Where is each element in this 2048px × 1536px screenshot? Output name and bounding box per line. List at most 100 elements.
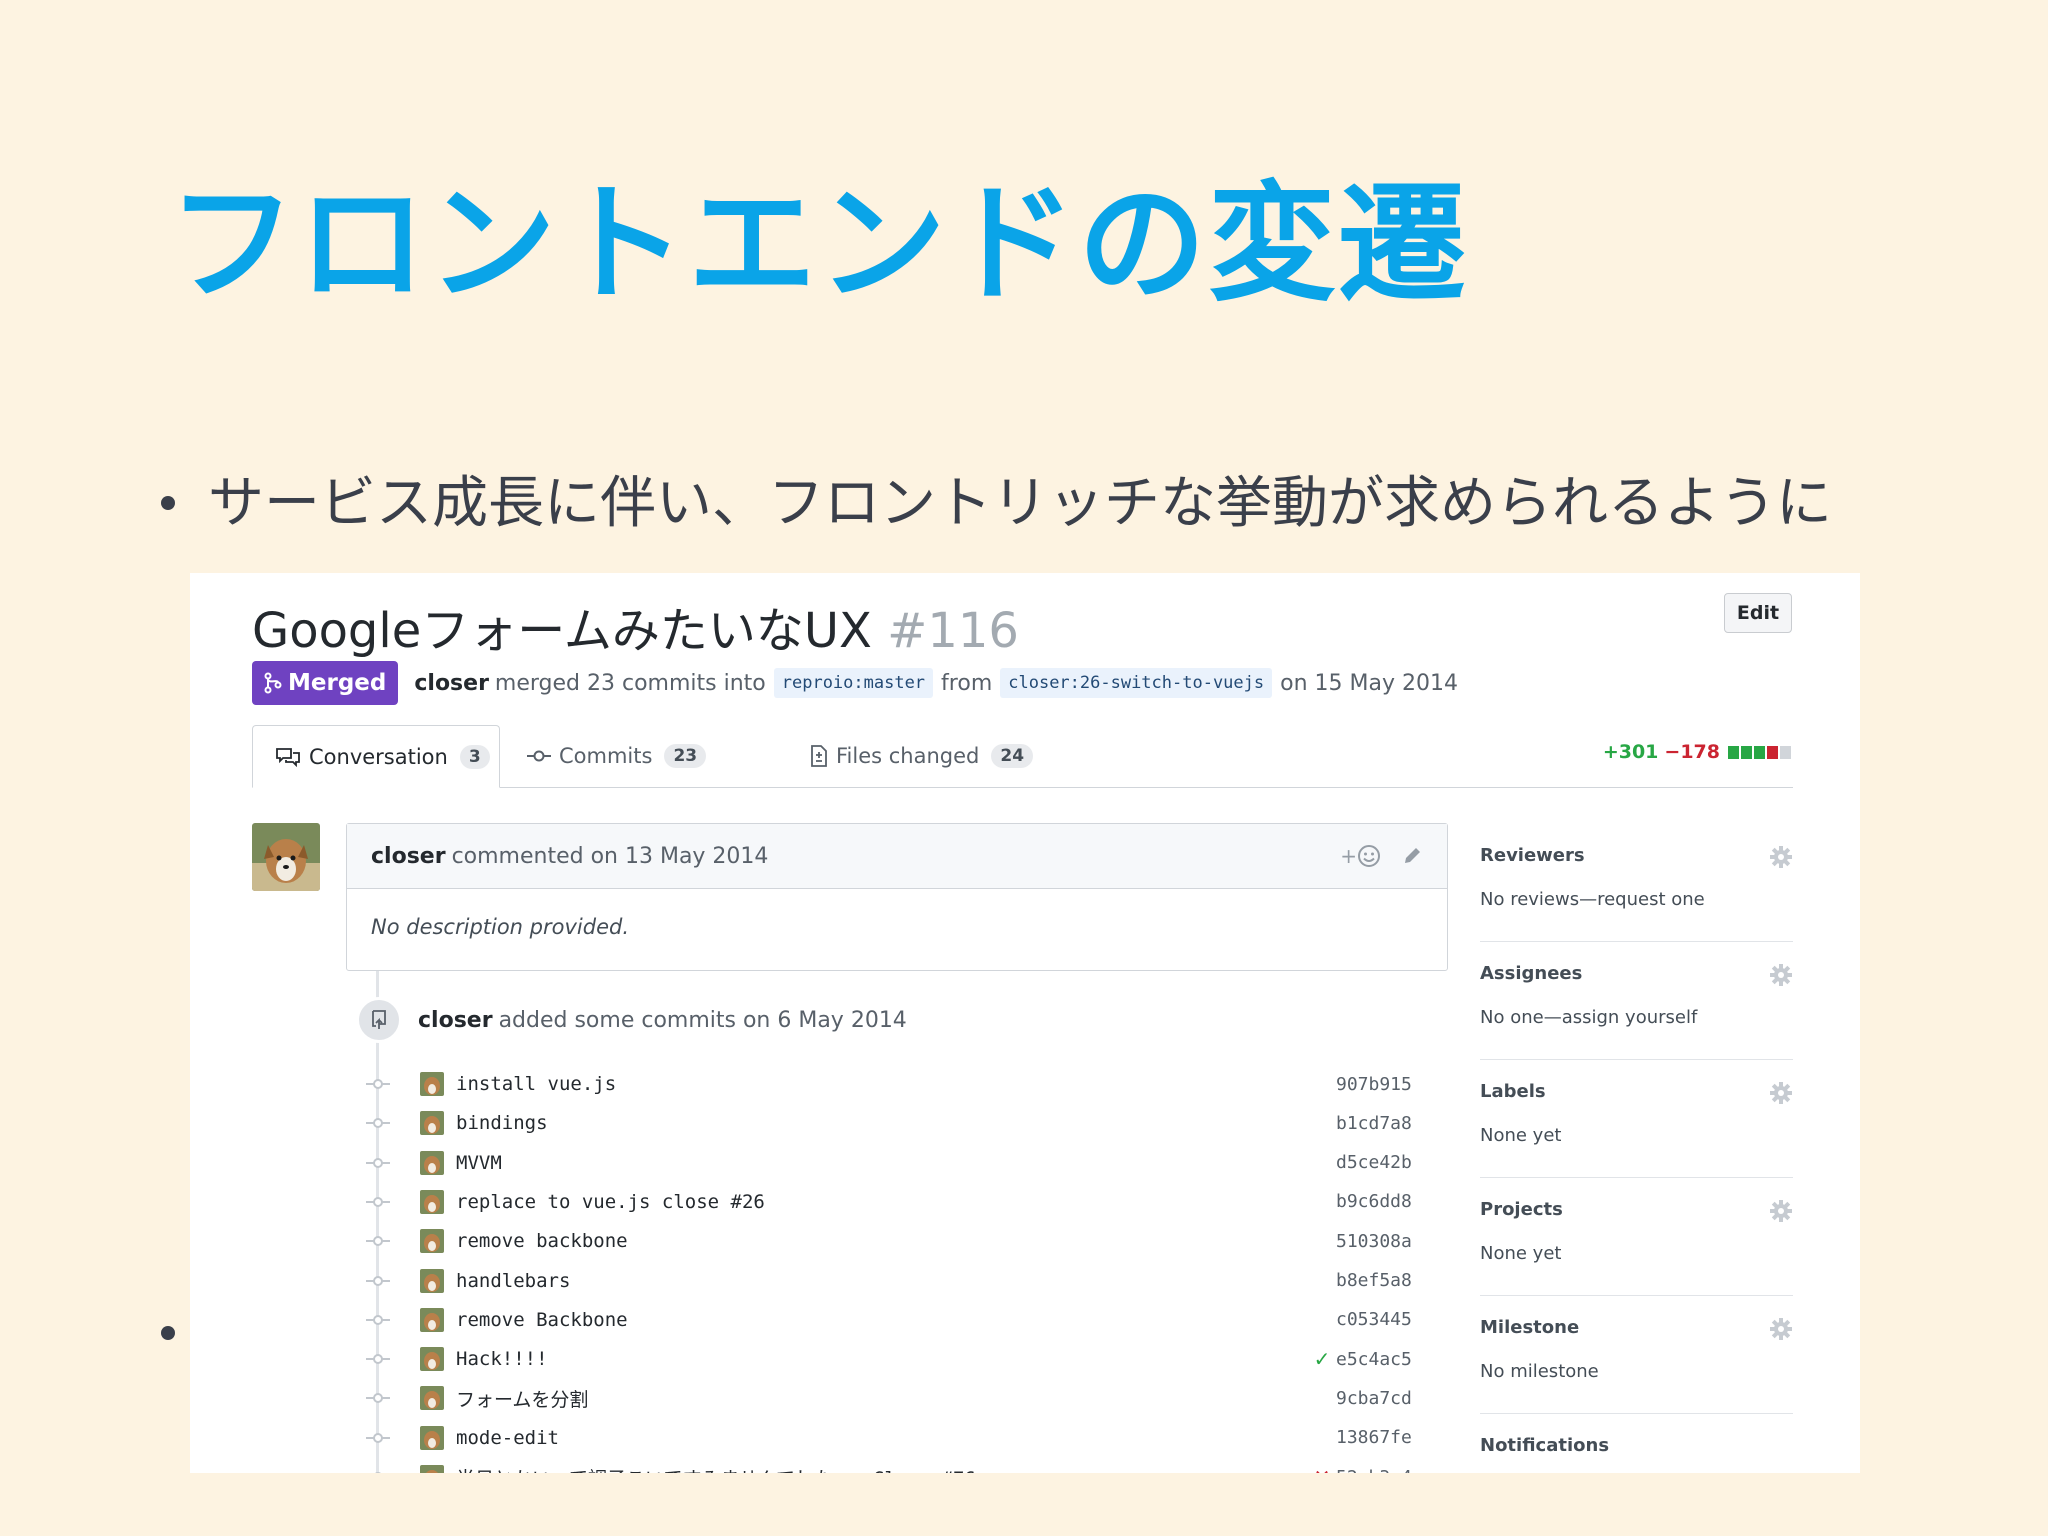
- sidebar-section-title[interactable]: Projects: [1480, 1199, 1563, 1220]
- commit-message[interactable]: bindings: [456, 1112, 1308, 1134]
- event-author[interactable]: closer: [418, 1008, 493, 1033]
- sidebar-section-title[interactable]: Milestone: [1480, 1317, 1579, 1338]
- merged-label: Merged: [288, 670, 387, 696]
- commit-avatar[interactable]: [420, 1347, 444, 1372]
- commit-message[interactable]: フォームを分割: [456, 1385, 1308, 1412]
- sidebar-section-value[interactable]: None yet: [1480, 1125, 1561, 1146]
- pr-meta: Merged closer merged 23 commits into rep…: [252, 661, 1458, 705]
- tab-counter: 3: [459, 744, 490, 769]
- comment-box: closer commented on 13 May 2014 + No des…: [346, 823, 1448, 971]
- sidebar-section-value[interactable]: No reviews—request one: [1480, 889, 1705, 910]
- diffstat: +301 −178: [1603, 741, 1793, 763]
- tab-conversation[interactable]: Conversation 3: [252, 725, 500, 788]
- commit-message[interactable]: Hack!!!!: [456, 1348, 1308, 1370]
- smiley-icon: [1358, 845, 1380, 867]
- dog-avatar-icon: [252, 823, 320, 891]
- git-commit-icon: [366, 1116, 390, 1130]
- commit-sha[interactable]: 510308a: [1336, 1231, 1446, 1252]
- sidebar-section-value[interactable]: None yet: [1480, 1243, 1561, 1264]
- commit-message[interactable]: MVVM: [456, 1152, 1308, 1174]
- gear-icon[interactable]: [1769, 1081, 1793, 1105]
- commit-sha[interactable]: e5c4ac5: [1336, 1349, 1446, 1370]
- base-branch[interactable]: reproio:master: [773, 668, 934, 698]
- commit-avatar[interactable]: [420, 1465, 444, 1473]
- commit-row: bindings b1cd7a8: [366, 1107, 1446, 1139]
- gear-icon[interactable]: [1769, 845, 1793, 869]
- comment-header: closer commented on 13 May 2014 +: [347, 824, 1447, 889]
- gear-icon[interactable]: [1769, 1317, 1793, 1341]
- gear-icon[interactable]: [1769, 963, 1793, 987]
- commit-sha[interactable]: 52ab3e4: [1336, 1467, 1446, 1474]
- commit-avatar[interactable]: [420, 1189, 444, 1214]
- git-commit-icon: [366, 1470, 390, 1473]
- bullet-text: サービス成長に伴い、フロントリッチな挙動が求められるように: [208, 471, 1832, 536]
- tab-counter: 24: [991, 744, 1034, 768]
- repo-push-icon: [356, 997, 402, 1043]
- diffstat-block: [1754, 745, 1765, 759]
- commit-avatar[interactable]: [420, 1425, 444, 1450]
- commit-row: 半日とかいって調子こいてすみませんでした･･･ Close #76 ✕ 52ab…: [366, 1461, 1446, 1473]
- commit-message[interactable]: handlebars: [456, 1270, 1308, 1292]
- sidebar-section-title[interactable]: Assignees: [1480, 963, 1582, 984]
- diffstat-block: [1780, 745, 1791, 759]
- merged-badge: Merged: [252, 661, 399, 705]
- sidebar-section-title[interactable]: Notifications: [1480, 1435, 1609, 1456]
- commit-message[interactable]: 半日とかいって調子こいてすみませんでした･･･ Close #76: [456, 1464, 1308, 1474]
- pr-author-link[interactable]: closer: [414, 671, 489, 696]
- commit-sha[interactable]: 907b915: [1336, 1074, 1446, 1095]
- commit-avatar[interactable]: [420, 1111, 444, 1136]
- commit-message[interactable]: mode-edit: [456, 1427, 1308, 1449]
- commit-status-icon[interactable]: ✓: [1308, 1347, 1336, 1371]
- commit-row: handlebars b8ef5a8: [366, 1265, 1446, 1297]
- add-reaction-button[interactable]: +: [1340, 844, 1381, 868]
- diffstat-block: [1728, 745, 1739, 759]
- git-commit-icon: [366, 1431, 390, 1445]
- commit-row: mode-edit 13867fe: [366, 1422, 1446, 1454]
- commit-sha[interactable]: 9cba7cd: [1336, 1388, 1446, 1409]
- git-commit-icon: [366, 1352, 390, 1366]
- edit-button[interactable]: Edit: [1724, 593, 1792, 633]
- tab-label: Files changed: [836, 744, 980, 768]
- sidebar-section: Reviewers No reviews—request one: [1480, 823, 1793, 942]
- head-branch[interactable]: closer:26-switch-to-vuejs: [1000, 668, 1273, 698]
- commit-sha[interactable]: 13867fe: [1336, 1427, 1446, 1448]
- sidebar-section: Notifications: [1480, 1413, 1793, 1473]
- commit-avatar[interactable]: [420, 1307, 444, 1332]
- git-commit-icon: [366, 1077, 390, 1091]
- tab-label: Commits: [559, 744, 653, 768]
- pr-number: #116: [887, 603, 1019, 659]
- commit-sha[interactable]: d5ce42b: [1336, 1152, 1446, 1173]
- tab-commits[interactable]: Commits 23: [527, 725, 707, 787]
- commit-message[interactable]: remove backbone: [456, 1230, 1308, 1252]
- avatar[interactable]: [252, 823, 320, 891]
- commit-avatar[interactable]: [420, 1386, 444, 1411]
- sidebar-section: Projects None yet: [1480, 1177, 1793, 1296]
- gear-icon[interactable]: [1769, 1199, 1793, 1223]
- issue-close-link[interactable]: close: [661, 1190, 720, 1213]
- sidebar-section-value[interactable]: No one—assign yourself: [1480, 1007, 1697, 1028]
- comment-author[interactable]: closer: [371, 844, 446, 869]
- sidebar-section-value[interactable]: No milestone: [1480, 1361, 1599, 1382]
- commit-sha[interactable]: b8ef5a8: [1336, 1270, 1446, 1291]
- from-text: from: [941, 670, 993, 696]
- tab-files-changed[interactable]: Files changed 24: [810, 725, 1034, 787]
- commit-message[interactable]: install vue.js: [456, 1073, 1308, 1095]
- commit-row: Hack!!!! ✓ e5c4ac5: [366, 1343, 1446, 1375]
- commit-row: フォームを分割 9cba7cd: [366, 1382, 1446, 1414]
- commit-avatar[interactable]: [420, 1150, 444, 1175]
- commit-sha[interactable]: c053445: [1336, 1309, 1446, 1330]
- diffstat-block: [1767, 745, 1778, 759]
- commit-avatar[interactable]: [420, 1072, 444, 1096]
- commit-avatar[interactable]: [420, 1268, 444, 1293]
- commit-sha[interactable]: b9c6dd8: [1336, 1191, 1446, 1212]
- additions-count: +301: [1602, 741, 1659, 763]
- pr-screenshot: GoogleフォームみたいなUX #116 Edit Merged closer…: [190, 573, 1860, 1473]
- sidebar-section-title[interactable]: Reviewers: [1480, 845, 1585, 866]
- commit-message[interactable]: replace to vue.js close #26: [456, 1190, 1308, 1213]
- commit-sha[interactable]: b1cd7a8: [1336, 1113, 1446, 1134]
- commit-status-icon[interactable]: ✕: [1308, 1465, 1336, 1473]
- commit-message[interactable]: remove Backbone: [456, 1309, 1308, 1331]
- pencil-icon[interactable]: [1401, 845, 1423, 867]
- commit-avatar[interactable]: [420, 1229, 444, 1254]
- sidebar-section-title[interactable]: Labels: [1480, 1081, 1546, 1102]
